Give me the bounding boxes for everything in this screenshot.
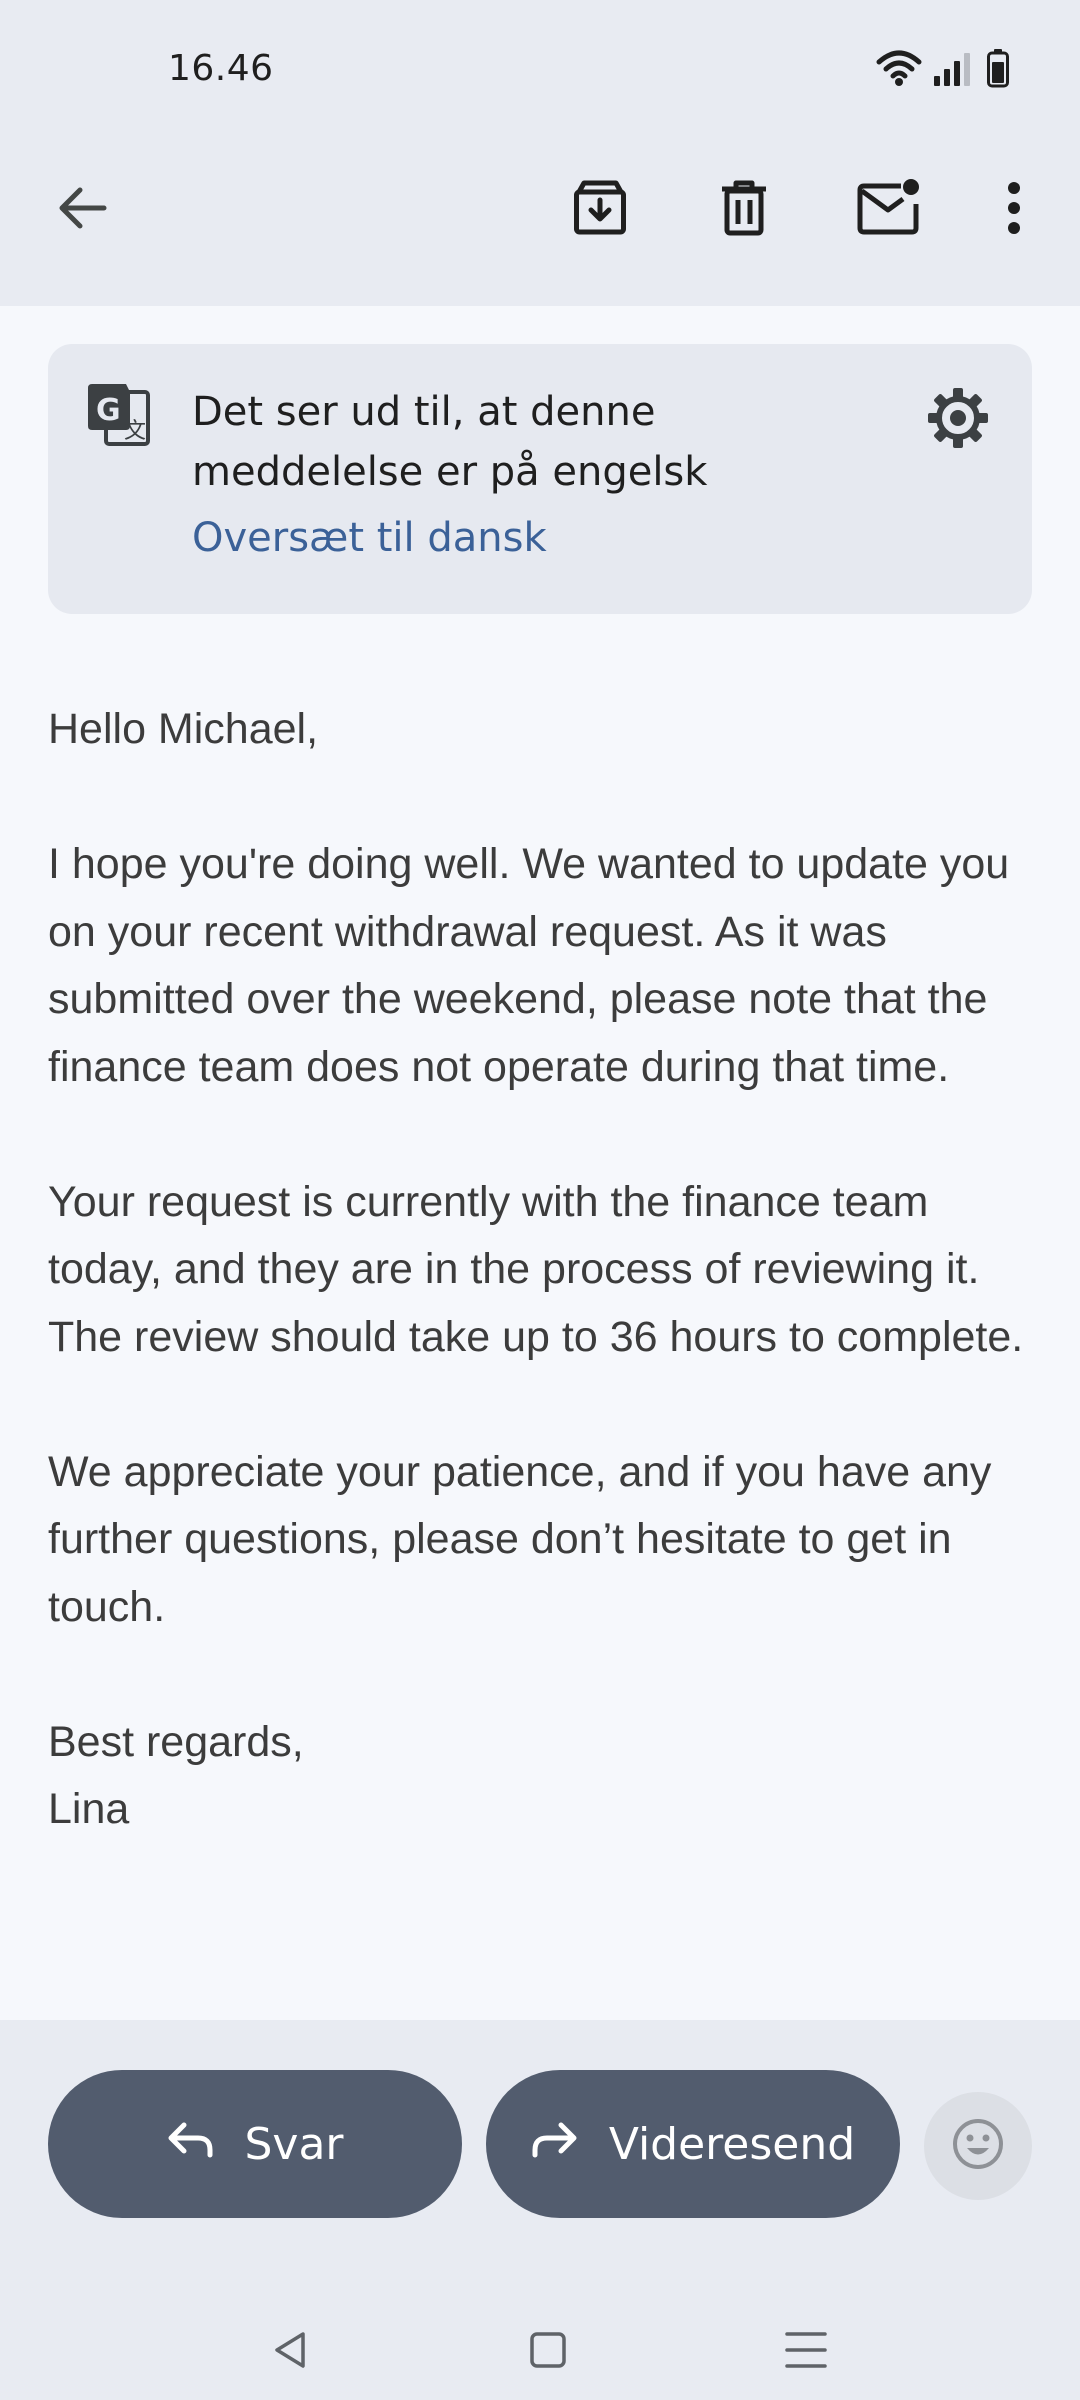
status-time: 16.46 [168,48,274,89]
more-vert-icon [1004,180,1024,241]
email-paragraph: We appreciate your patience, and if you … [48,1447,992,1631]
email-greeting: Hello Michael, [48,705,319,753]
email-body: Hello Michael, I hope you're doing well.… [48,696,1038,1844]
emoji-icon [951,2117,1005,2176]
email-paragraph: I hope you're doing well. We wanted to u… [48,840,1010,1091]
email-closing: Best regards, [48,1717,304,1766]
svg-text:G: G [96,393,121,428]
nav-back-icon [270,2330,310,2375]
translate-message: Det ser ud til, at denne meddelelse er p… [192,389,708,495]
gear-icon[interactable] [920,380,996,456]
battery-icon [986,48,1010,93]
nav-home-icon [528,2330,568,2375]
translate-link[interactable]: Oversæt til dansk [192,510,547,566]
google-translate-icon: G 文 [86,382,152,448]
top-app-bar: 16.46 [0,0,1080,306]
nav-home-button[interactable] [508,2320,588,2384]
email-paragraph: Your request is currently with the finan… [48,1177,1024,1361]
signal-icon [932,50,976,91]
more-options-button[interactable] [966,162,1062,258]
nav-recents-icon [785,2330,827,2375]
email-content: G 文 Det ser ud til, at denne meddelelse … [0,306,1080,2020]
delete-icon [716,178,772,243]
forward-label: Videresend [608,2118,856,2170]
archive-icon [570,178,630,243]
back-button[interactable] [34,162,130,258]
email-signature: Lina [48,1785,130,1833]
reply-icon [166,2119,214,2170]
emoji-reaction-button[interactable] [924,2092,1032,2200]
translate-banner: G 文 Det ser ud til, at denne meddelelse … [48,344,1032,614]
back-arrow-icon [54,180,110,241]
nav-recents-button[interactable] [766,2320,846,2384]
bottom-action-bar: Svar Videresend [0,2020,1080,2400]
reply-button[interactable]: Svar [48,2070,462,2218]
reply-label: Svar [244,2118,344,2170]
forward-icon [531,2119,579,2170]
status-icons [876,48,1010,92]
svg-text:文: 文 [124,419,146,444]
archive-button[interactable] [552,162,648,258]
forward-button[interactable]: Videresend [486,2070,900,2218]
delete-button[interactable] [696,162,792,258]
mark-unread-icon [855,178,921,243]
mark-unread-button[interactable] [840,162,936,258]
wifi-icon [876,48,922,93]
nav-back-button[interactable] [250,2320,330,2384]
